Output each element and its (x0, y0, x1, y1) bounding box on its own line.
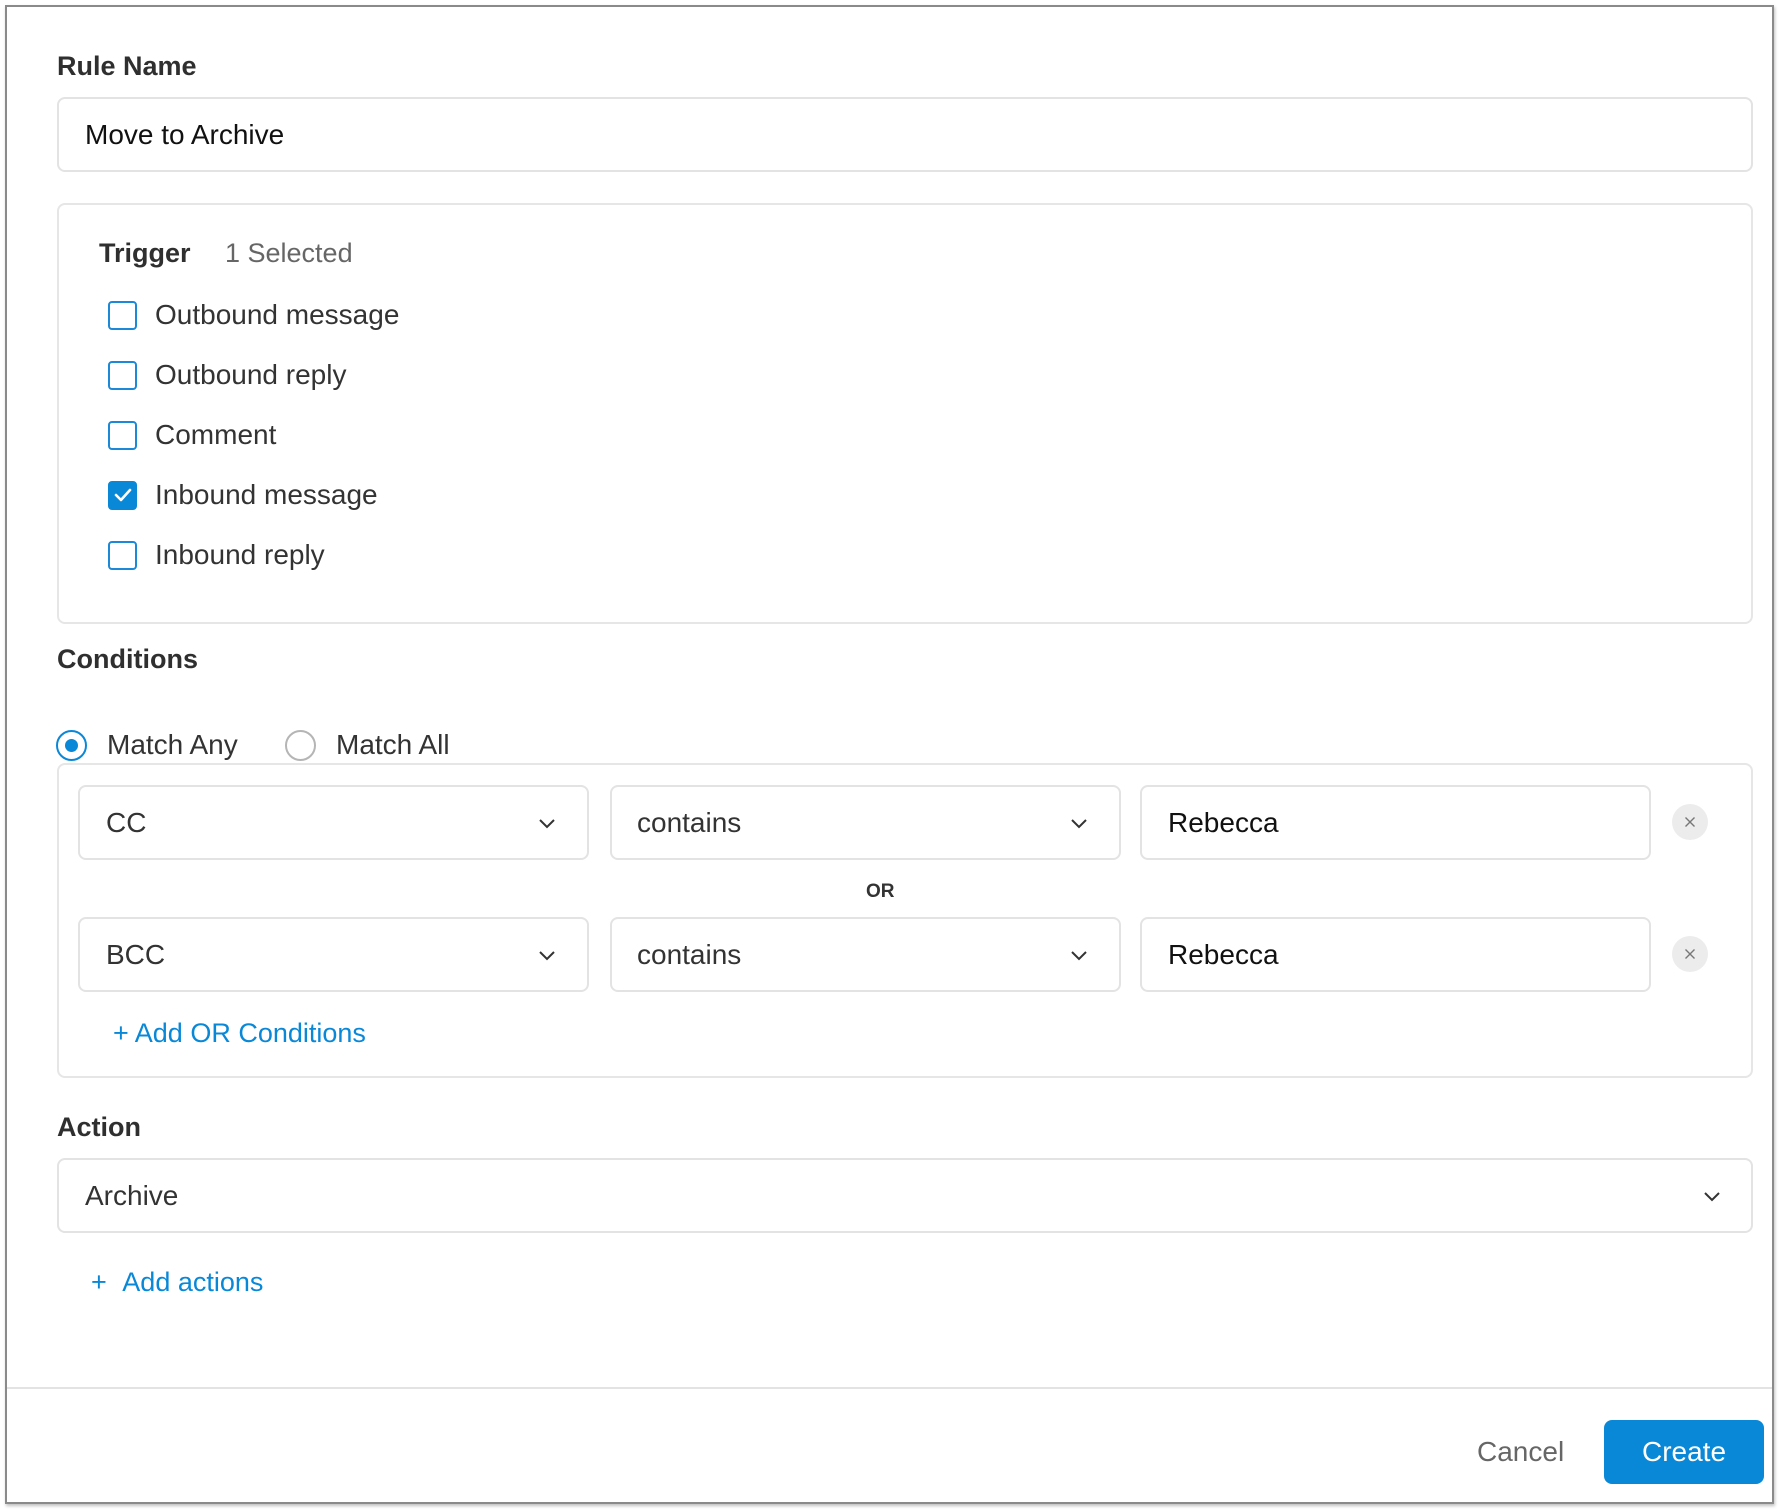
radio-unselected[interactable] (285, 729, 316, 761)
or-joiner: OR (866, 881, 895, 902)
chevron-down-icon (1068, 948, 1090, 962)
cancel-button[interactable]: Cancel (1477, 1436, 1564, 1468)
chevron-down-icon (536, 816, 558, 830)
trigger-option-label: Comment (155, 419, 277, 450)
footer-divider (7, 1387, 1772, 1389)
close-icon (1685, 817, 1695, 827)
condition-field-select[interactable]: BCC (78, 917, 589, 992)
action-label: Action (57, 1112, 141, 1142)
condition-operator-select[interactable]: contains (610, 785, 1121, 860)
close-icon (1685, 949, 1695, 959)
rule-name-value: Move to Archive (85, 118, 285, 150)
condition-field-value: CC (106, 806, 147, 838)
trigger-option-inbound-message[interactable]: Inbound message (108, 479, 378, 510)
action-select[interactable]: Archive (57, 1158, 1753, 1233)
trigger-option-outbound-reply[interactable]: Outbound reply (108, 359, 347, 390)
add-actions-label: Add actions (122, 1267, 264, 1297)
radio-selected[interactable] (56, 729, 87, 761)
add-actions-link[interactable]: + Add actions (91, 1267, 263, 1298)
trigger-option-label: Inbound reply (155, 539, 325, 570)
condition-value-input[interactable]: Rebecca (1140, 917, 1651, 992)
trigger-option-outbound-message[interactable]: Outbound message (108, 299, 400, 330)
checkbox[interactable] (108, 300, 137, 330)
action-value: Archive (85, 1179, 179, 1211)
rule-name-input[interactable]: Move to Archive (57, 97, 1753, 172)
trigger-selected-count: 1 Selected (225, 238, 353, 268)
trigger-option-label: Outbound reply (155, 359, 347, 390)
rule-name-label: Rule Name (57, 51, 197, 81)
chevron-down-icon (1701, 1189, 1723, 1203)
condition-operator-value: contains (637, 806, 742, 838)
conditions-label: Conditions (57, 644, 198, 674)
match-all-label: Match All (336, 729, 450, 760)
condition-operator-value: contains (637, 938, 742, 970)
create-button[interactable]: Create (1604, 1420, 1764, 1484)
plus-icon: + (91, 1267, 107, 1297)
condition-value-input[interactable]: Rebecca (1140, 785, 1651, 860)
trigger-option-comment[interactable]: Comment (108, 419, 277, 450)
trigger-option-label: Outbound message (155, 299, 400, 330)
match-any-label: Match Any (107, 729, 238, 760)
add-or-conditions-link[interactable]: + Add OR Conditions (113, 1018, 366, 1049)
remove-condition-button[interactable] (1672, 804, 1708, 840)
trigger-label: Trigger (99, 238, 191, 268)
chevron-down-icon (1068, 816, 1090, 830)
match-any-radio[interactable]: Match Any (56, 729, 238, 761)
condition-value: Rebecca (1168, 806, 1279, 838)
condition-operator-select[interactable]: contains (610, 917, 1121, 992)
remove-condition-button[interactable] (1672, 936, 1708, 972)
checkbox[interactable] (108, 360, 137, 390)
trigger-option-inbound-reply[interactable]: Inbound reply (108, 539, 325, 570)
condition-field-select[interactable]: CC (78, 785, 589, 860)
checkbox[interactable] (108, 420, 137, 450)
match-all-radio[interactable]: Match All (285, 729, 450, 761)
checkbox-checked[interactable] (108, 480, 137, 510)
trigger-option-label: Inbound message (155, 479, 378, 510)
rule-dialog: Rule Name Move to Archive Trigger 1 Sele… (5, 5, 1774, 1504)
checkmark-icon (114, 488, 131, 502)
checkbox[interactable] (108, 540, 137, 570)
condition-value: Rebecca (1168, 938, 1279, 970)
condition-field-value: BCC (106, 938, 166, 970)
chevron-down-icon (536, 948, 558, 962)
